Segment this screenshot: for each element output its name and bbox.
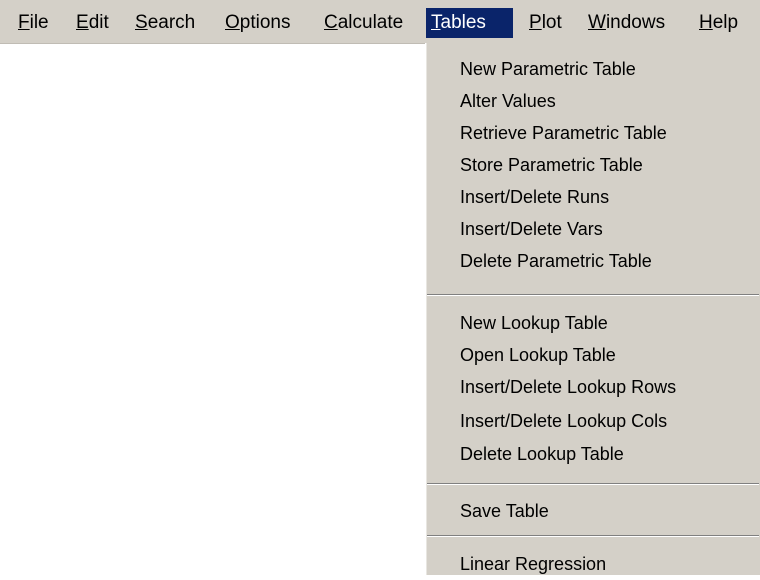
menu-calculate-label: alculate <box>337 12 404 33</box>
menu-calculate-mnemonic: C <box>324 12 338 33</box>
menu-item-save-table[interactable]: Save Table <box>426 495 760 527</box>
menu-tables-mnemonic: T <box>431 12 441 33</box>
menu-tables-label: ables <box>440 12 486 33</box>
menu-options-mnemonic: O <box>225 12 240 33</box>
menu-item-insert-delete-vars[interactable]: Insert/Delete Vars <box>426 213 760 245</box>
menu-help-label: elp <box>712 12 739 33</box>
menu-file-mnemonic: F <box>18 12 30 33</box>
menu-separator <box>427 535 759 537</box>
menu-item-delete-lookup-table[interactable]: Delete Lookup Table <box>426 438 760 470</box>
menu-edit[interactable]: Edit <box>71 8 114 38</box>
menu-item-open-lookup-table[interactable]: Open Lookup Table <box>426 339 760 371</box>
menu-item-store-parametric-table[interactable]: Store Parametric Table <box>426 149 760 181</box>
menu-tables[interactable]: Tables <box>426 8 513 38</box>
menu-separator <box>427 294 759 296</box>
menu-item-new-parametric-table[interactable]: New Parametric Table <box>426 53 760 85</box>
menu-item-insert-delete-lookup-cols[interactable]: Insert/Delete Lookup Cols <box>426 405 760 437</box>
menu-edit-mnemonic: E <box>76 12 89 33</box>
tables-dropdown-menu: New Parametric Table Alter Values Retrie… <box>425 43 760 575</box>
menu-file[interactable]: File <box>13 8 54 38</box>
document-workspace <box>0 44 425 575</box>
menu-windows-label: indows <box>605 12 666 33</box>
menu-search[interactable]: Search <box>130 8 200 38</box>
menu-windows-mnemonic: W <box>588 12 606 33</box>
menu-separator <box>427 483 759 485</box>
menu-edit-label: dit <box>88 12 109 33</box>
menu-options[interactable]: Options <box>220 8 295 38</box>
menu-item-linear-regression[interactable]: Linear Regression <box>426 548 760 580</box>
menu-item-insert-delete-lookup-rows[interactable]: Insert/Delete Lookup Rows <box>426 371 760 403</box>
menu-plot[interactable]: Plot <box>524 8 567 38</box>
menu-windows[interactable]: Windows <box>583 8 670 38</box>
menu-item-alter-values[interactable]: Alter Values <box>426 85 760 117</box>
menu-item-insert-delete-runs[interactable]: Insert/Delete Runs <box>426 181 760 213</box>
menu-item-delete-parametric-table[interactable]: Delete Parametric Table <box>426 245 760 277</box>
menu-options-label: ptions <box>239 12 291 33</box>
menu-plot-label: lot <box>541 12 562 33</box>
menu-bar: File Edit Search Options Calculate Table… <box>0 0 760 44</box>
menu-search-mnemonic: S <box>135 12 148 33</box>
menu-help-mnemonic: H <box>699 12 713 33</box>
menu-search-label: earch <box>147 12 196 33</box>
menu-help[interactable]: Help <box>694 8 743 38</box>
menu-item-retrieve-parametric-table[interactable]: Retrieve Parametric Table <box>426 117 760 149</box>
menu-calculate[interactable]: Calculate <box>319 8 408 38</box>
menu-plot-mnemonic: P <box>529 12 542 33</box>
menu-file-label: ile <box>29 12 49 33</box>
menu-item-new-lookup-table[interactable]: New Lookup Table <box>426 307 760 339</box>
